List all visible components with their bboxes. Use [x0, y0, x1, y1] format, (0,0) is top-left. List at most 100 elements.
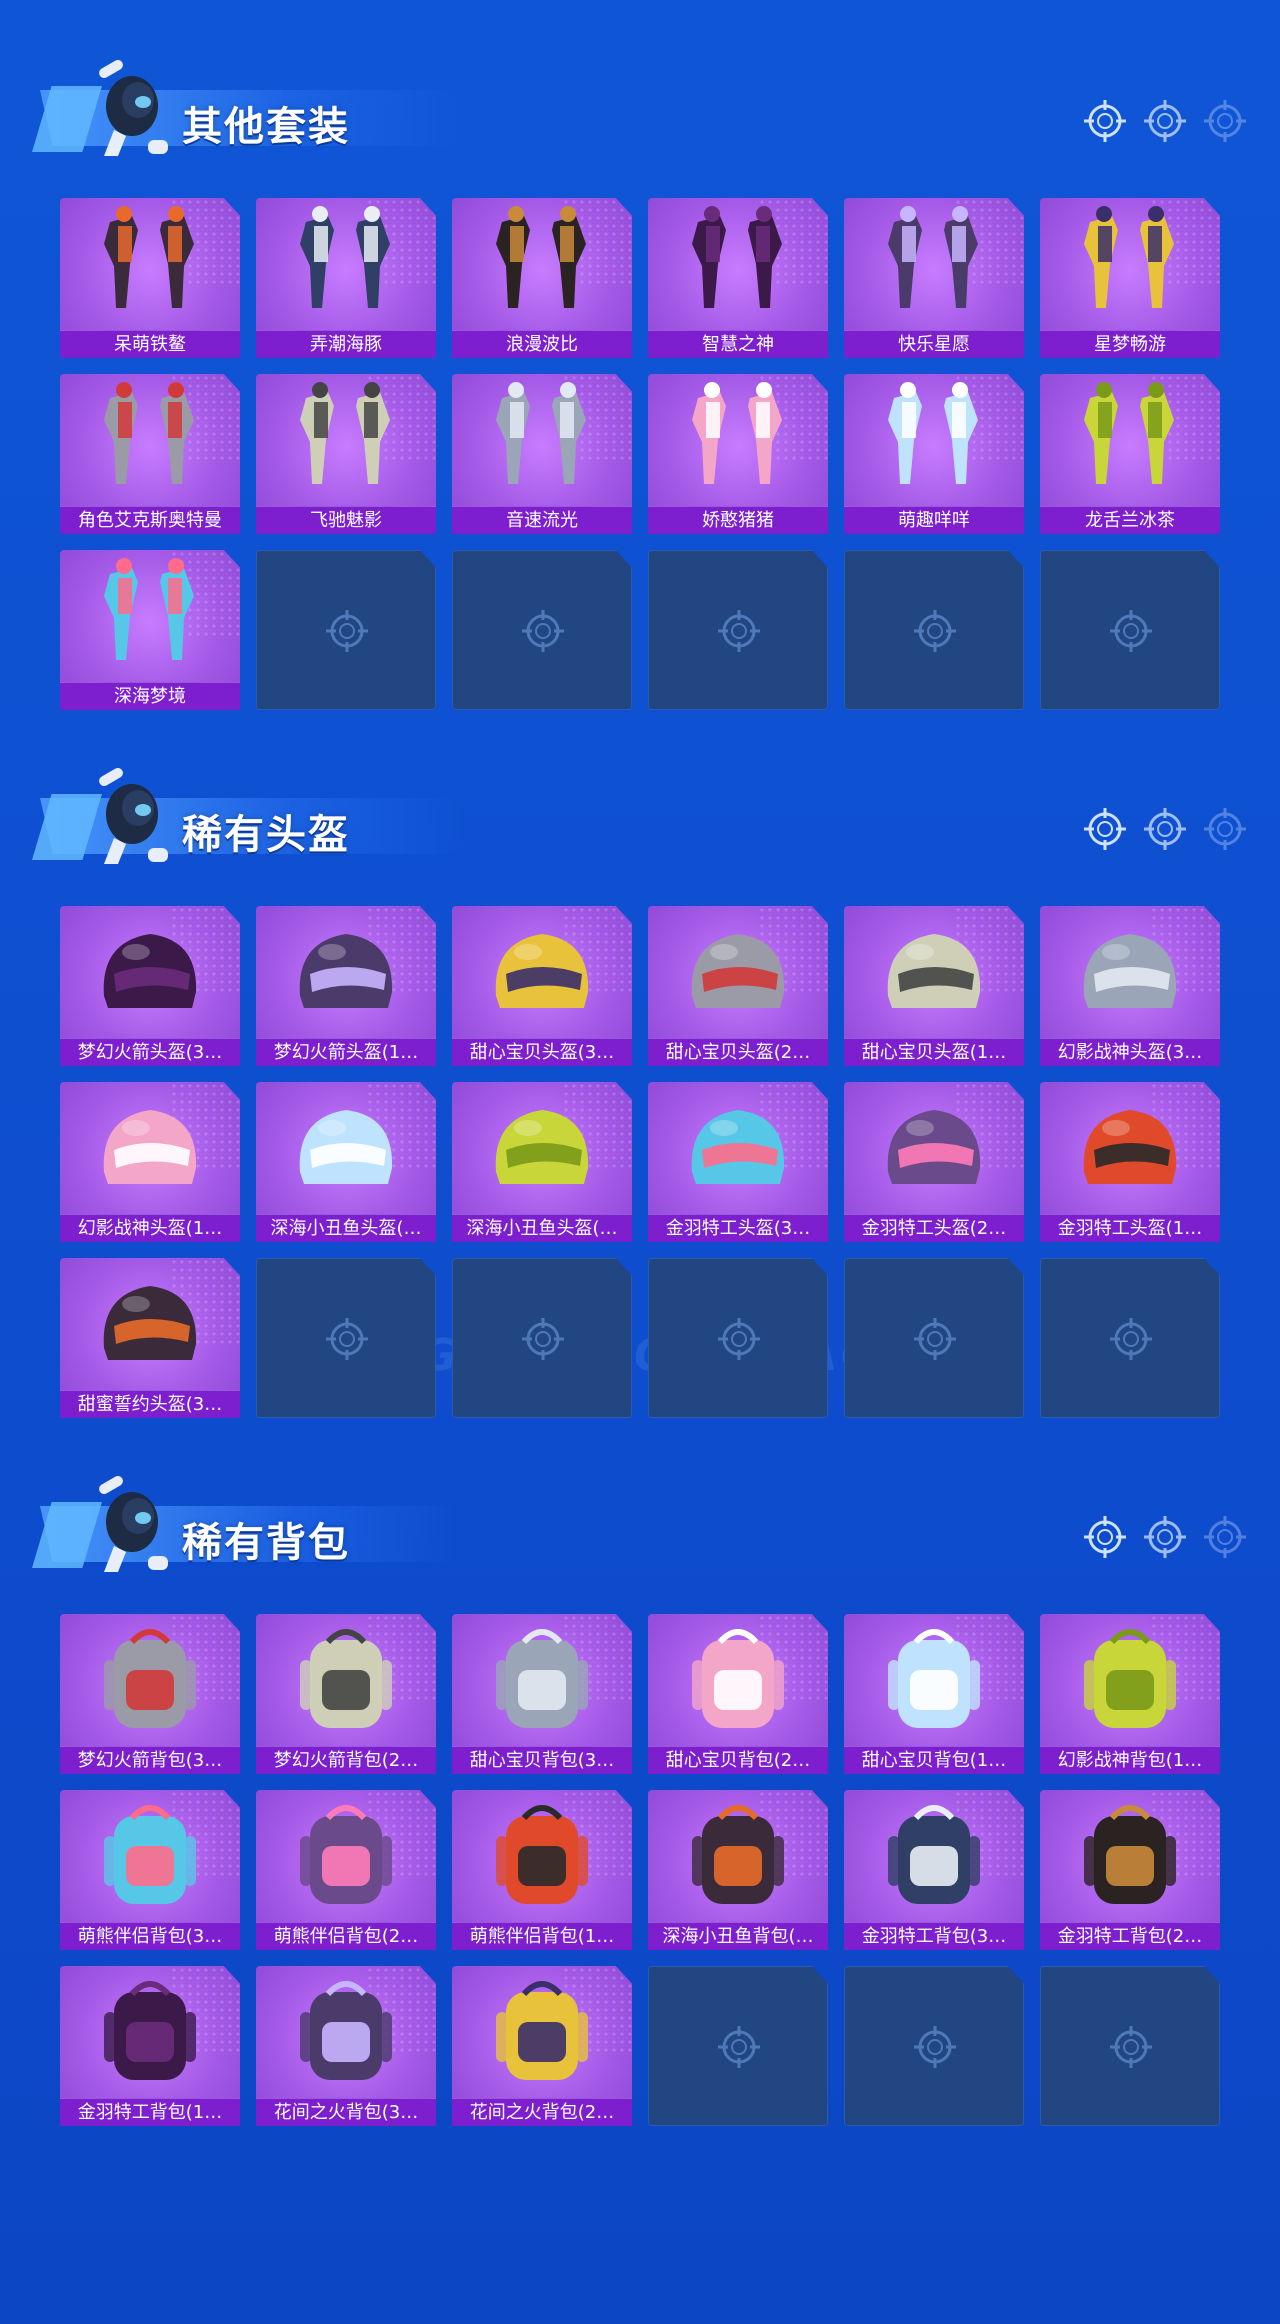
outfit-icon: [496, 206, 586, 308]
section-other-outfits: 其他套装 呆萌铁鳌 弄潮海豚 浪漫波比 智慧之神 快乐星愿 星梦畅游角色艾克斯奥特曼 飞驰魅…: [0, 0, 1280, 710]
item-card[interactable]: 花间之火背包(3…: [256, 1966, 436, 2126]
item-card[interactable]: 金羽特工背包(3…: [844, 1790, 1024, 1950]
item-label: 幻影战神背包(1…: [1040, 1746, 1220, 1774]
item-card[interactable]: 萌趣咩咩: [844, 374, 1024, 534]
helmet-icon: [1083, 934, 1177, 1008]
empty-slot: [844, 550, 1024, 710]
item-label: 弄潮海豚: [256, 330, 436, 358]
item-card[interactable]: 金羽特工头盔(1…: [1040, 1082, 1220, 1242]
item-card[interactable]: 甜心宝贝背包(2…: [648, 1614, 828, 1774]
crosshair-icon: [522, 1318, 564, 1360]
item-card[interactable]: 金羽特工头盔(2…: [844, 1082, 1024, 1242]
backpack-icon: [104, 1629, 196, 1728]
item-card[interactable]: 萌熊伴侣背包(3…: [60, 1790, 240, 1950]
item-label: 金羽特工背包(2…: [1040, 1922, 1220, 1950]
pager-dot-icon: [1084, 100, 1126, 142]
item-card[interactable]: 金羽特工背包(1…: [60, 1966, 240, 2126]
item-card[interactable]: 快乐星愿: [844, 198, 1024, 358]
pager-dot-icon: [1204, 808, 1246, 850]
backpack-icon: [496, 1805, 588, 1904]
item-card[interactable]: 浪漫波比: [452, 198, 632, 358]
item-card[interactable]: 幻影战神背包(1…: [1040, 1614, 1220, 1774]
item-card[interactable]: 幻影战神头盔(1…: [60, 1082, 240, 1242]
item-label: 梦幻火箭头盔(1…: [256, 1038, 436, 1066]
item-card[interactable]: 甜心宝贝背包(1…: [844, 1614, 1024, 1774]
item-card[interactable]: 幻影战神头盔(3…: [1040, 906, 1220, 1066]
item-label: 萌熊伴侣背包(2…: [256, 1922, 436, 1950]
item-card[interactable]: 音速流光: [452, 374, 632, 534]
item-card[interactable]: 梦幻火箭头盔(1…: [256, 906, 436, 1066]
section-title: 其他套装: [182, 104, 350, 150]
backpack-icon: [1084, 1805, 1176, 1904]
item-card[interactable]: 角色艾克斯奥特曼: [60, 374, 240, 534]
crosshair-icon: [1110, 610, 1152, 652]
item-label: 甜心宝贝头盔(1…: [844, 1038, 1024, 1066]
pager-dot-icon: [1144, 1516, 1186, 1558]
item-card[interactable]: 梦幻火箭背包(3…: [60, 1614, 240, 1774]
backpack-icon: [888, 1629, 980, 1728]
backpack-icon: [300, 1981, 392, 2080]
item-card[interactable]: 花间之火背包(2…: [452, 1966, 632, 2126]
item-card[interactable]: 弄潮海豚: [256, 198, 436, 358]
item-label: 智慧之神: [648, 330, 828, 358]
crosshair-icon: [1110, 1318, 1152, 1360]
pager-dot-icon: [1204, 100, 1246, 142]
section-header: 稀有背包: [30, 1472, 460, 1572]
item-card[interactable]: 深海梦境: [60, 550, 240, 710]
item-card[interactable]: 智慧之神: [648, 198, 828, 358]
empty-slot: [648, 550, 828, 710]
item-card[interactable]: 深海小丑鱼头盔(…: [452, 1082, 632, 1242]
item-card[interactable]: 娇憨猪猪: [648, 374, 828, 534]
item-card[interactable]: 甜心宝贝头盔(1…: [844, 906, 1024, 1066]
outfit-icon: [300, 206, 390, 308]
empty-slot: [256, 1258, 436, 1418]
item-label: 娇憨猪猪: [648, 506, 828, 534]
item-label: 龙舌兰冰茶: [1040, 506, 1220, 534]
section-title: 稀有头盔: [182, 812, 350, 858]
item-label: 角色艾克斯奥特曼: [60, 506, 240, 534]
item-card[interactable]: 龙舌兰冰茶: [1040, 374, 1220, 534]
item-card[interactable]: 甜心宝贝头盔(2…: [648, 906, 828, 1066]
item-label: 金羽特工背包(3…: [844, 1922, 1024, 1950]
item-card[interactable]: 金羽特工头盔(3…: [648, 1082, 828, 1242]
item-label: 幻影战神头盔(3…: [1040, 1038, 1220, 1066]
item-card[interactable]: 飞驰魅影: [256, 374, 436, 534]
item-label: 深海小丑鱼头盔(…: [256, 1214, 436, 1242]
item-card[interactable]: 梦幻火箭头盔(3…: [60, 906, 240, 1066]
item-label: 幻影战神头盔(1…: [60, 1214, 240, 1242]
item-label: 深海小丑鱼头盔(…: [452, 1214, 632, 1242]
helmet-icon: [299, 1110, 393, 1184]
item-label: 飞驰魅影: [256, 506, 436, 534]
item-label: 深海小丑鱼背包(…: [648, 1922, 828, 1950]
helmet-icon: [691, 934, 785, 1008]
item-card[interactable]: 星梦畅游: [1040, 198, 1220, 358]
item-card[interactable]: 萌熊伴侣背包(1…: [452, 1790, 632, 1950]
section-title: 稀有背包: [182, 1520, 350, 1566]
item-card[interactable]: 深海小丑鱼背包(…: [648, 1790, 828, 1950]
item-card[interactable]: 甜心宝贝头盔(3…: [452, 906, 632, 1066]
item-card[interactable]: 甜心宝贝背包(3…: [452, 1614, 632, 1774]
item-card[interactable]: 萌熊伴侣背包(2…: [256, 1790, 436, 1950]
section-header: 稀有头盔: [30, 764, 460, 864]
mascot-icon: [99, 1476, 168, 1572]
item-card[interactable]: 深海小丑鱼头盔(…: [256, 1082, 436, 1242]
item-card[interactable]: 呆萌铁鳌: [60, 198, 240, 358]
crosshair-icon: [718, 2026, 760, 2068]
item-label: 金羽特工头盔(2…: [844, 1214, 1024, 1242]
item-label: 甜心宝贝头盔(2…: [648, 1038, 828, 1066]
item-card[interactable]: 金羽特工背包(2…: [1040, 1790, 1220, 1950]
item-label: 梦幻火箭背包(3…: [60, 1746, 240, 1774]
helmet-icon: [103, 934, 197, 1008]
item-card[interactable]: 甜蜜誓约头盔(3…: [60, 1258, 240, 1418]
crosshair-icon: [718, 610, 760, 652]
outfit-icon: [888, 382, 978, 484]
empty-slot: [1040, 1966, 1220, 2126]
item-label: 呆萌铁鳌: [60, 330, 240, 358]
item-card[interactable]: 梦幻火箭背包(2…: [256, 1614, 436, 1774]
outfit-icon: [1084, 382, 1174, 484]
section-header: 其他套装: [30, 56, 460, 156]
item-label: 花间之火背包(3…: [256, 2098, 436, 2126]
empty-slot: [452, 550, 632, 710]
helmet-icon: [887, 934, 981, 1008]
section-rare-helmets: 稀有头盔 梦幻火箭头盔(3… 梦幻火箭头盔(1… 甜心宝贝头盔(3… 甜心宝贝头盔(2…: [0, 708, 1280, 1418]
